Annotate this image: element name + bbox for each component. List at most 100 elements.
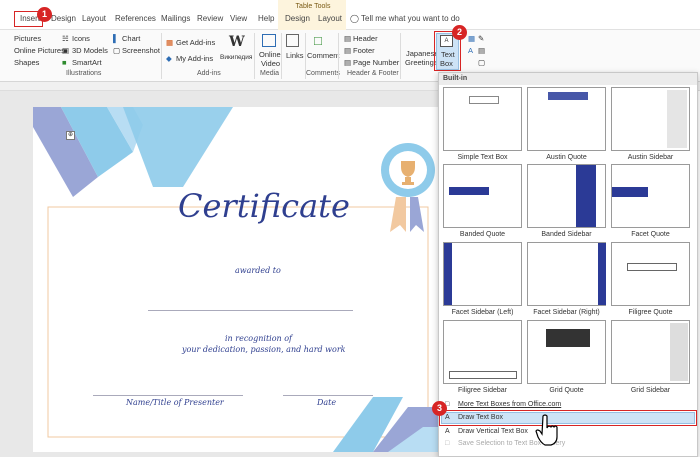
label-austin-quote[interactable]: Austin Quote [527, 154, 606, 161]
more-text-boxes-link[interactable]: More Text Boxes from Office.com [458, 401, 561, 408]
thumb-austin-sidebar[interactable] [611, 87, 690, 151]
quick-parts-icon[interactable]: ▦ [468, 34, 475, 43]
thumb-simple-text-box[interactable] [443, 87, 522, 151]
step-badge-2: 2 [452, 25, 467, 40]
group-media: Media [260, 70, 280, 77]
separator [338, 33, 339, 79]
wikipedia-icon: W [229, 34, 245, 50]
header-button[interactable]: Header [353, 34, 378, 43]
tab-view[interactable]: View [230, 14, 247, 23]
label-banded-quote[interactable]: Banded Quote [443, 231, 522, 238]
thumb-banded-quote[interactable] [443, 164, 522, 228]
icons-icon: ☵ [62, 34, 69, 43]
thumb-facet-sidebar-right[interactable] [527, 242, 606, 306]
step-badge-3: 3 [432, 401, 447, 416]
draw-vertical-text-box-item[interactable]: Draw Vertical Text Box [458, 428, 528, 435]
recipient-line [148, 310, 353, 311]
label-banded-sidebar[interactable]: Banded Sidebar [527, 231, 606, 238]
gallery-header: Built-in [443, 75, 468, 82]
screenshot-button[interactable]: Screenshot [122, 46, 160, 55]
object-icon[interactable]: ▢ [478, 58, 485, 67]
label-filigree-quote[interactable]: Filigree Quote [611, 309, 690, 316]
3d-models-button[interactable]: 3D Models [72, 46, 108, 55]
page-number-icon: ▤ [344, 58, 352, 67]
presenter-line [93, 395, 243, 396]
label-facet-sidebar-left[interactable]: Facet Sidebar (Left) [443, 309, 522, 316]
table-tools-label: Table Tools [295, 3, 331, 10]
save-selection-icon: □ [445, 440, 450, 447]
thumb-filigree-sidebar[interactable] [443, 320, 522, 384]
comment-button[interactable]: Comment [307, 51, 340, 60]
cube-icon: ▣ [62, 46, 70, 55]
separator [254, 33, 255, 79]
group-comments: Comments [306, 70, 340, 77]
header-icon: ▤ [344, 34, 352, 43]
chart-button[interactable]: Chart [122, 34, 140, 43]
get-addins-button[interactable]: Get Add-ins [176, 38, 215, 47]
tab-review[interactable]: Review [197, 14, 223, 23]
gallery-header-band [439, 73, 697, 85]
label-filigree-sidebar[interactable]: Filigree Sidebar [443, 387, 522, 394]
label-austin-sidebar[interactable]: Austin Sidebar [611, 154, 690, 161]
certificate-title: Certificate [178, 187, 350, 225]
thumb-filigree-quote[interactable] [611, 242, 690, 306]
tab-design[interactable]: Design [51, 14, 76, 23]
certificate-page: ⊕ Certificate awarded to in recognition … [33, 107, 438, 452]
tab-table-design[interactable]: Design [285, 14, 310, 23]
wikipedia-button[interactable]: Википедия [220, 54, 252, 61]
table-move-handle-icon[interactable]: ⊕ [66, 131, 75, 140]
date-time-icon[interactable]: ▤ [478, 46, 485, 55]
signature-line-icon[interactable]: ✎ [478, 34, 484, 43]
tab-mailings[interactable]: Mailings [161, 14, 190, 23]
tab-layout[interactable]: Layout [82, 14, 106, 23]
footer-icon: ▤ [344, 46, 352, 55]
step-badge-1: 1 [37, 7, 52, 22]
group-addins: Add-ins [197, 70, 221, 77]
tab-table-layout[interactable]: Layout [318, 14, 342, 23]
my-addins-button[interactable]: My Add-ins [176, 54, 213, 63]
links-button[interactable]: Links [286, 51, 304, 60]
shapes-button[interactable]: Shapes [14, 58, 39, 67]
separator [400, 33, 401, 79]
vertical-text-box-icon: A [445, 428, 450, 435]
online-video-label-1[interactable]: Online [259, 50, 281, 59]
wordart-icon[interactable]: A [468, 46, 473, 55]
label-grid-sidebar[interactable]: Grid Sidebar [611, 387, 690, 394]
online-pictures-button[interactable]: Online Pictures [14, 46, 65, 55]
tab-references[interactable]: References [115, 14, 156, 23]
tell-me-search[interactable]: Tell me what you want to do [361, 14, 460, 23]
award-ribbon-icon [381, 143, 435, 232]
tab-help[interactable]: Help [258, 14, 274, 23]
date-line [283, 395, 373, 396]
label-grid-quote[interactable]: Grid Quote [527, 387, 606, 394]
online-video-label-2[interactable]: Video [261, 59, 280, 68]
thumb-facet-sidebar-left[interactable] [443, 242, 522, 306]
date-label: Date [317, 398, 337, 407]
footer-button[interactable]: Footer [353, 46, 375, 55]
dedication-text: your dedication, passion, and hard work [182, 345, 346, 354]
thumb-austin-quote[interactable] [527, 87, 606, 151]
label-facet-quote[interactable]: Facet Quote [611, 231, 690, 238]
thumb-banded-sidebar[interactable] [527, 164, 606, 228]
online-video-icon [262, 34, 276, 47]
pictures-button[interactable]: Pictures [14, 34, 41, 43]
smartart-button[interactable]: SmartArt [72, 58, 102, 67]
hand-cursor-icon [535, 414, 558, 446]
addins-icon: ◆ [166, 54, 172, 63]
thumb-grid-sidebar[interactable] [611, 320, 690, 384]
icons-button[interactable]: Icons [72, 34, 90, 43]
comment-icon: □ [314, 33, 322, 48]
label-simple-text-box[interactable]: Simple Text Box [443, 154, 522, 161]
awarded-to-text: awarded to [235, 266, 281, 275]
thumb-grid-quote[interactable] [527, 320, 606, 384]
store-icon: ▦ [166, 38, 174, 47]
highlight-draw-text-box [439, 410, 697, 426]
screenshot-icon: ▢ [113, 46, 121, 55]
page-number-button[interactable]: Page Number [353, 58, 399, 67]
label-facet-sidebar-right[interactable]: Facet Sidebar (Right) [527, 309, 606, 316]
smartart-icon: ■ [62, 58, 67, 67]
japanese-greetings-label-2[interactable]: Greetings [405, 58, 438, 67]
thumb-facet-quote[interactable] [611, 164, 690, 228]
group-illustrations: Illustrations [66, 70, 102, 77]
separator [161, 33, 162, 79]
